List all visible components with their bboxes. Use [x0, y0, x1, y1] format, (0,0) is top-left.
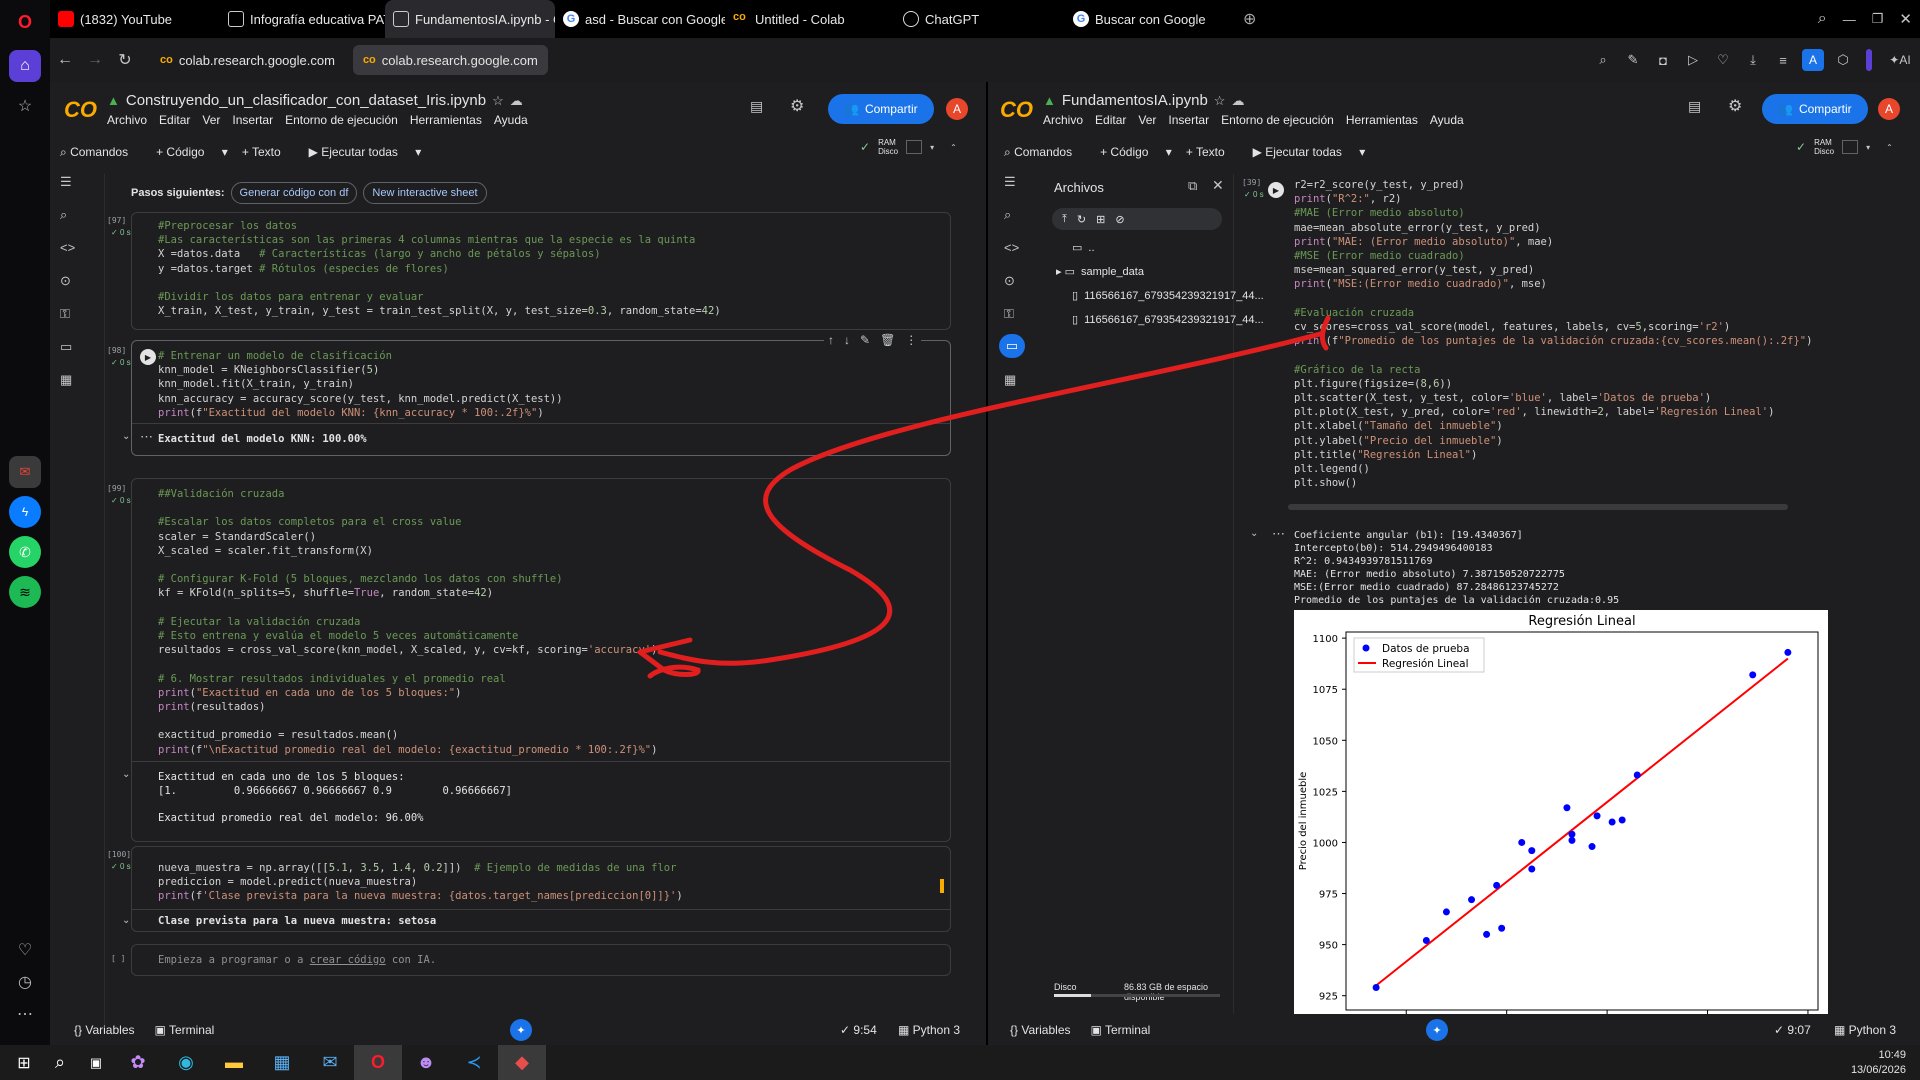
- taskbar: ⊞ ⌕ ▣ ✿ ◉ ▬ ▦ ✉ O ☻ ≺ ◆ 10:49 13/06/2026: [0, 1045, 1920, 1080]
- copilot-icon[interactable]: ✿: [114, 1045, 162, 1080]
- clock-date: 13/06/2026: [1850, 1063, 1906, 1076]
- red-annotation: [637, 315, 1331, 679]
- edge-icon[interactable]: ◉: [162, 1045, 210, 1080]
- clock[interactable]: 10:49 13/06/2026: [1851, 1048, 1906, 1078]
- opera-taskbar-icon[interactable]: O: [354, 1045, 402, 1080]
- clock-time: 10:49: [1878, 1048, 1906, 1061]
- discord-icon[interactable]: ☻: [402, 1045, 450, 1080]
- mail-icon[interactable]: ✉: [306, 1045, 354, 1080]
- search-icon[interactable]: ⌕: [42, 1045, 78, 1080]
- vscode-icon[interactable]: ≺: [450, 1045, 498, 1080]
- task-view-icon[interactable]: ▣: [78, 1045, 114, 1080]
- store-icon[interactable]: ▦: [258, 1045, 306, 1080]
- windows-start-icon[interactable]: ⊞: [6, 1045, 42, 1080]
- file-explorer-icon[interactable]: ▬: [210, 1045, 258, 1080]
- annotation-arrow-line: [657, 331, 1323, 666]
- app-icon[interactable]: ◆: [498, 1045, 546, 1080]
- annotation-stroke: [1319, 315, 1331, 351]
